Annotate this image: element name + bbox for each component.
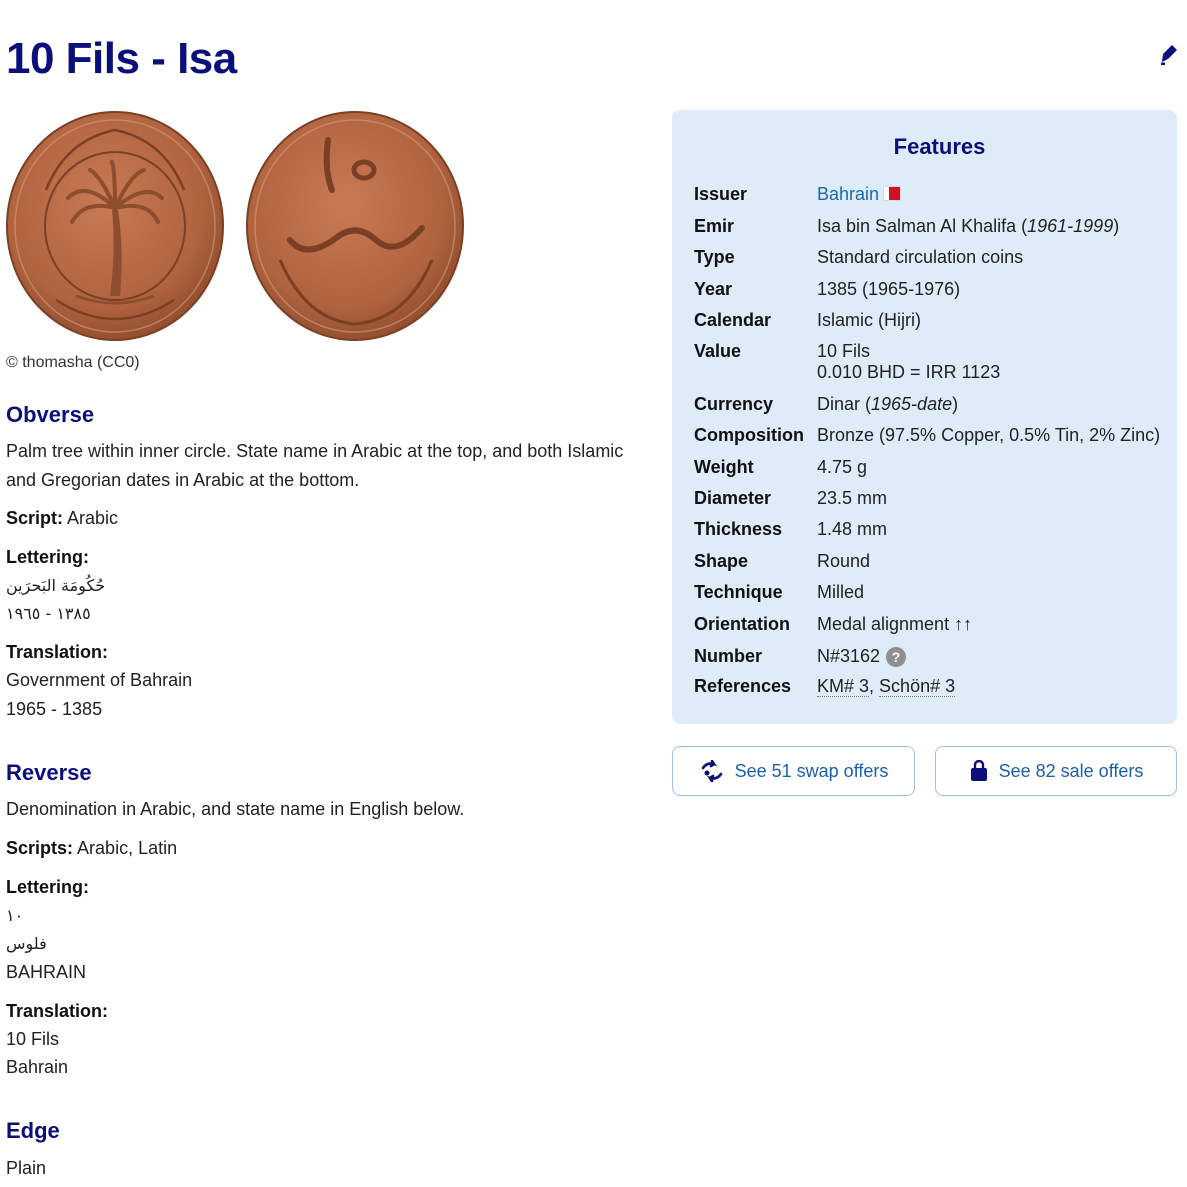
reverse-scripts-label: Scripts: — [6, 838, 74, 858]
obverse-translation-line-1: Government of Bahrain — [6, 670, 193, 690]
currency-value: Dinar (1965-date) — [817, 394, 959, 414]
currency-label: Currency — [694, 394, 774, 414]
reverse-lettering-line-1: ١٠ — [6, 906, 24, 925]
reverse-scripts: Scripts: Arabic, Latin — [6, 834, 177, 863]
type-label: Type — [694, 247, 735, 267]
technique-link[interactable]: Milled — [817, 582, 864, 603]
features-heading: Features — [893, 134, 986, 159]
type-link[interactable]: Standard circulation coins — [817, 247, 1023, 268]
question-icon[interactable]: ? — [886, 647, 907, 667]
obverse-lettering-line-2: ١٣٨٥ - ١٩٦٥ — [6, 604, 91, 623]
orientation-label: Orientation — [694, 614, 791, 634]
orientation-value: Medal alignment ↑↑ — [817, 614, 973, 634]
reverse-translation-line-2: Bahrain — [6, 1057, 69, 1077]
shopping-bag-icon — [970, 760, 987, 781]
reverse-heading: Reverse — [6, 760, 92, 785]
obverse-script-label: Script: — [6, 508, 64, 528]
composition-label: Composition — [694, 425, 804, 445]
reference-schon[interactable]: Schön# 3 — [879, 676, 956, 697]
edge-heading: Edge — [6, 1118, 60, 1143]
features-panel: Features Issuer Bahrain Emir Isa bin Sal… — [672, 110, 1177, 724]
sale-offers-button[interactable]: See 82 sale offers — [935, 746, 1177, 796]
obverse-coin-image[interactable] — [6, 110, 226, 342]
value-line-1: 10 Fils — [817, 341, 871, 361]
emir-label: Emir — [694, 216, 735, 236]
year-label: Year — [694, 279, 733, 299]
calendar-label: Calendar — [694, 310, 772, 330]
obverse-lettering-label: Lettering: — [6, 547, 89, 567]
thickness-value: 1.48 mm — [817, 519, 888, 539]
swap-offers-button[interactable]: See 51 swap offers — [672, 746, 915, 796]
shape-label: Shape — [694, 551, 749, 571]
obverse-translation-line-2: 1965 - 1385 — [6, 699, 103, 719]
number-value: N#3162? — [817, 646, 907, 667]
diameter-value: 23.5 mm — [817, 488, 888, 508]
diameter-label: Diameter — [694, 488, 772, 508]
weight-value: 4.75 g — [817, 457, 868, 477]
reverse-description: Denomination in Arabic, and state name i… — [6, 799, 465, 819]
calendar-value: Islamic (Hijri) — [817, 310, 921, 330]
value-label: Value — [694, 341, 742, 361]
weight-label: Weight — [694, 457, 754, 477]
image-credit: © thomasha (CC0) — [6, 354, 140, 371]
number-label: Number — [694, 646, 763, 666]
swap-offers-label: See 51 swap offers — [734, 760, 889, 781]
reverse-translation-label: Translation: — [6, 1001, 109, 1021]
reverse-translation-line-1: 10 Fils — [6, 1029, 60, 1049]
reverse-coin-image[interactable] — [246, 110, 466, 342]
references-label: References — [694, 676, 792, 696]
reverse-lettering-line-3: BAHRAIN — [6, 962, 87, 982]
year-value: 1385 (1965-1976) — [817, 279, 961, 299]
pencil-icon[interactable] — [1160, 44, 1178, 66]
reverse-lettering-line-2: فلوس — [6, 934, 47, 953]
reverse-scripts-value: Arabic, Latin — [77, 838, 178, 858]
edge-value: Plain — [6, 1158, 47, 1178]
obverse-translation-label: Translation: — [6, 642, 109, 662]
number-text: N#3162 — [817, 646, 881, 666]
emir-link[interactable]: Isa bin Salman Al Khalifa (1961-1999) — [817, 216, 1119, 237]
shape-value: Round — [817, 551, 871, 571]
composition-value: Bronze (97.5% Copper, 0.5% Tin, 2% Zinc) — [817, 425, 1161, 445]
obverse-lettering-line-1: حُكُومَة البَحرَين — [6, 576, 106, 595]
swap-icon — [701, 760, 722, 782]
obverse-description: Palm tree within inner circle. State nam… — [6, 441, 624, 490]
value-value: 10 Fils 0.010 BHD = IRR 1123 — [817, 341, 1000, 383]
obverse-script: Script: Arabic — [6, 504, 118, 533]
value-line-2: 0.010 BHD = IRR 1123 — [817, 362, 1001, 382]
reverse-lettering-label: Lettering: — [6, 877, 89, 897]
issuer-link[interactable]: Bahrain — [817, 184, 879, 204]
obverse-heading: Obverse — [6, 402, 95, 427]
technique-label: Technique — [694, 582, 783, 602]
reference-km[interactable]: KM# 3 — [817, 676, 870, 697]
issuer-label: Issuer — [694, 184, 748, 204]
obverse-script-value: Arabic — [67, 508, 119, 528]
sale-offers-label: See 82 sale offers — [998, 760, 1144, 781]
bahrain-flag-icon — [883, 186, 902, 201]
references-value: KM# 3, Schön# 3 — [817, 676, 956, 697]
page-title: 10 Fils - Isa — [6, 34, 237, 83]
issuer-value: Bahrain — [817, 184, 902, 205]
thickness-label: Thickness — [694, 519, 783, 539]
